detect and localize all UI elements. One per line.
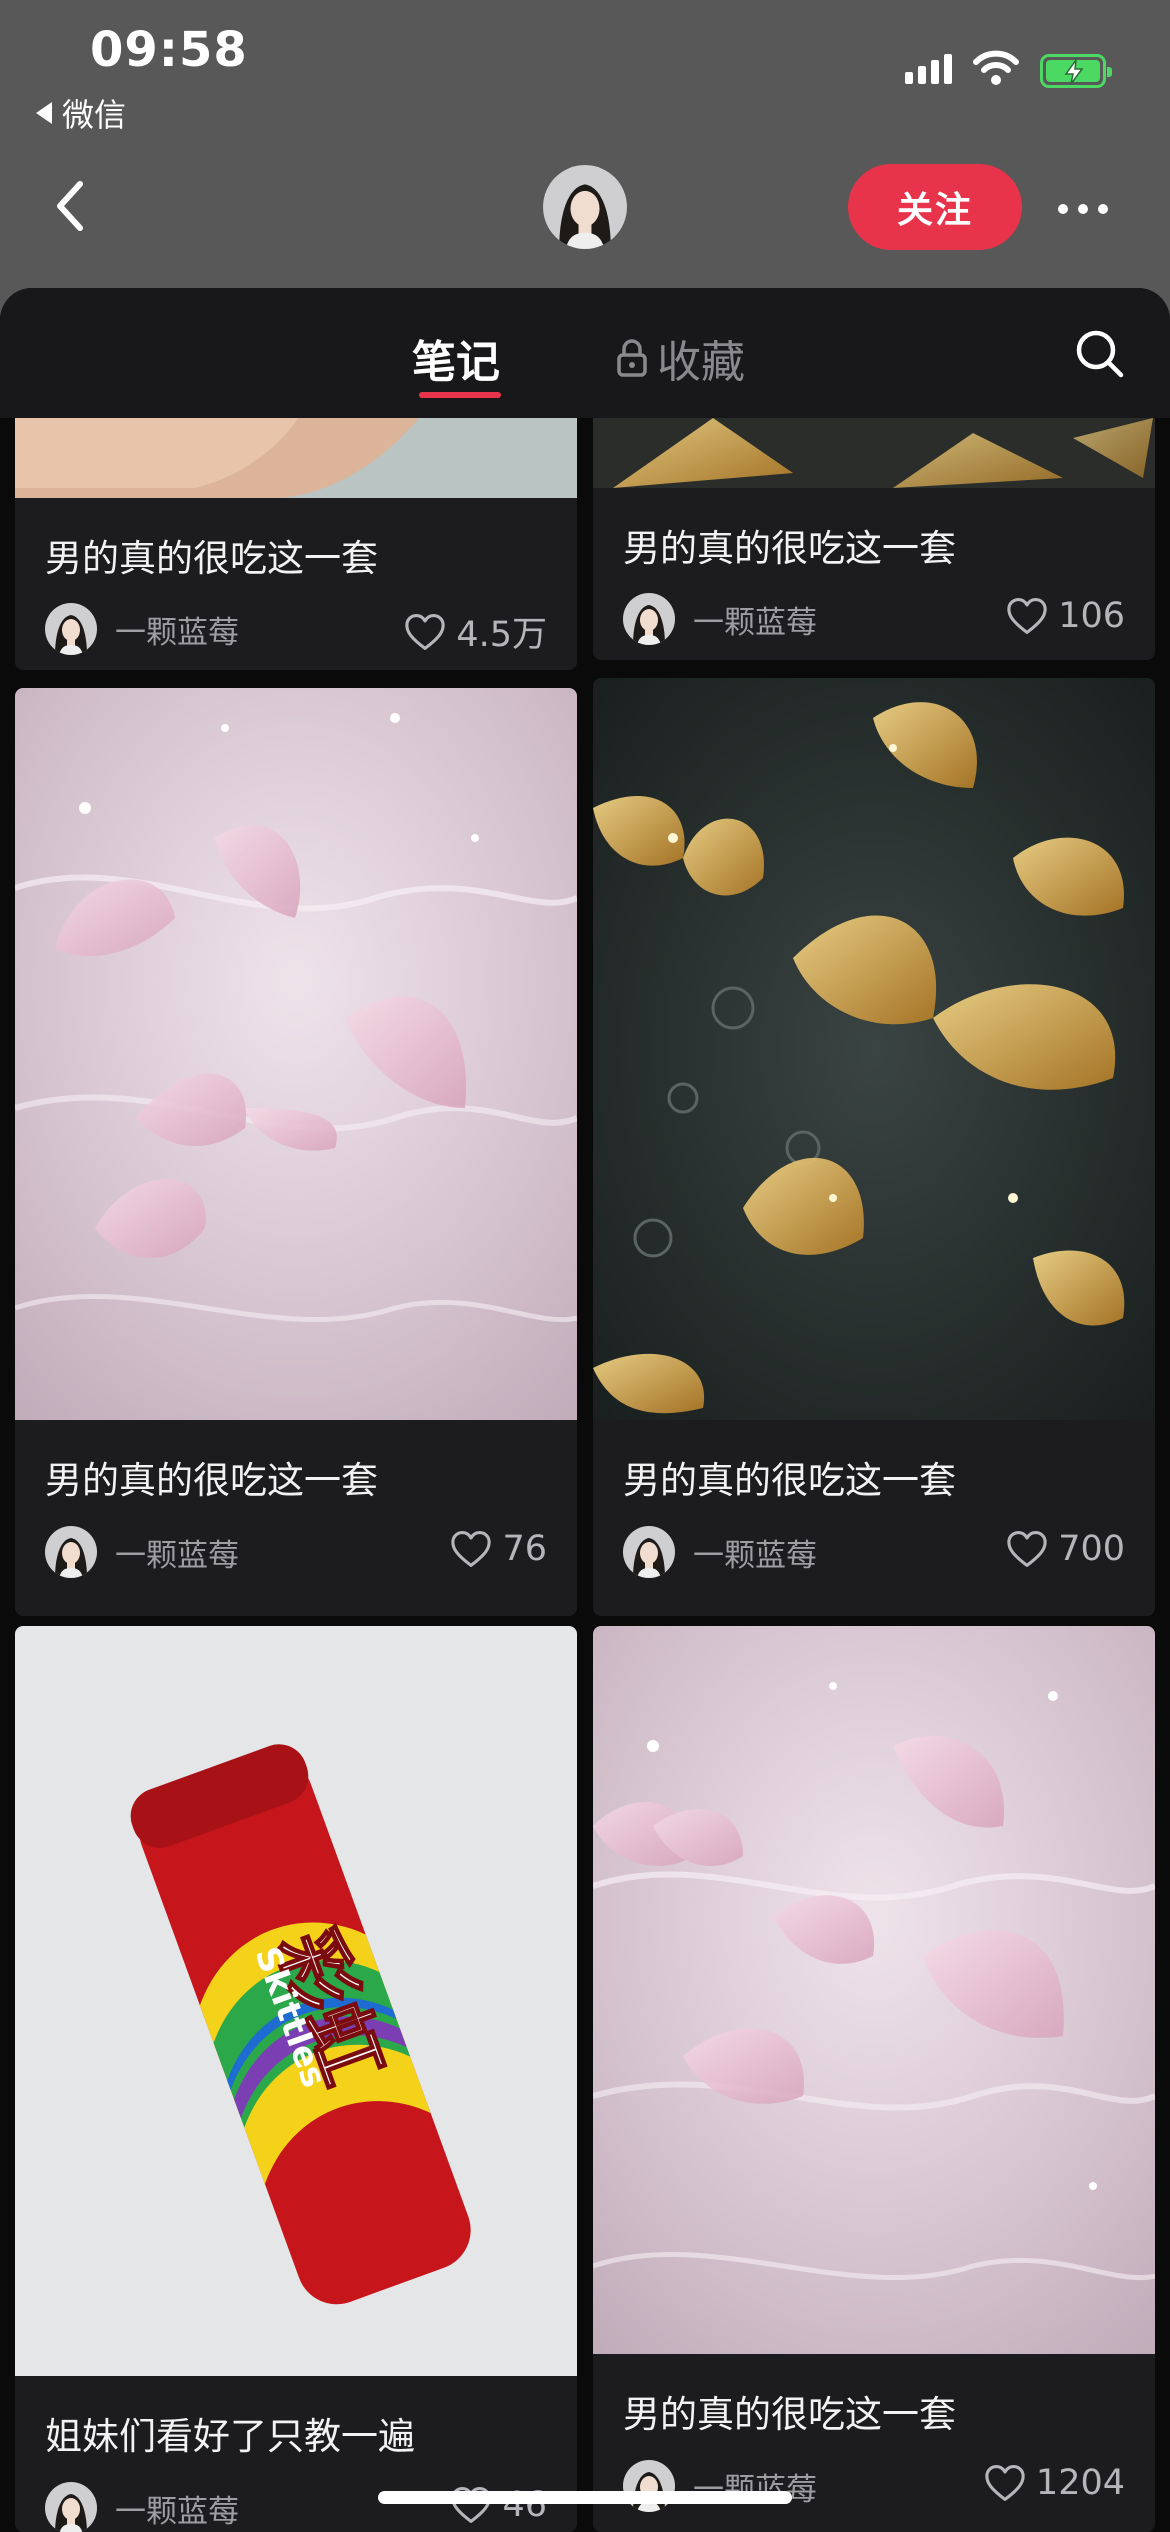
author-name: 一颗蓝莓: [693, 604, 817, 641]
active-tab-indicator: [419, 392, 501, 398]
note-author[interactable]: 一颗蓝莓: [623, 1526, 817, 1578]
like-button[interactable]: 76: [450, 1529, 547, 1569]
author-avatar: [623, 1526, 675, 1578]
content-sheet: 笔记 收藏 男的真的很吃这一套 一颗蓝莓 4.5万 男的真的很吃这一套 一颗蓝莓…: [0, 288, 1170, 2532]
heart-icon: [1006, 1530, 1048, 1568]
follow-button[interactable]: 关注: [848, 164, 1022, 250]
more-icon[interactable]: [1058, 204, 1108, 214]
note-title: 男的真的很吃这一套: [623, 1459, 956, 1502]
like-count: 106: [1058, 596, 1125, 636]
heart-icon: [450, 1530, 492, 1568]
profile-avatar[interactable]: [543, 165, 627, 249]
note-cover-image: [593, 678, 1155, 1420]
note-cover-image: [15, 688, 577, 1420]
like-button[interactable]: 106: [1006, 596, 1125, 636]
status-time: 09:58: [90, 22, 248, 78]
note-author[interactable]: 一颗蓝莓: [623, 593, 817, 645]
like-button[interactable]: 700: [1006, 1529, 1125, 1569]
search-icon[interactable]: [1074, 328, 1126, 380]
heart-icon: [1006, 597, 1048, 635]
back-to-app-link[interactable]: 微信: [36, 90, 126, 136]
note-card[interactable]: 彩虹 Skittles 姐妹们看好了只教一遍 一颗蓝莓 46: [15, 1626, 577, 2532]
note-cover-image: [15, 418, 577, 498]
note-card[interactable]: 男的真的很吃这一套 一颗蓝莓 700: [593, 678, 1155, 1616]
signal-icon: [905, 54, 952, 84]
note-title: 男的真的很吃这一套: [45, 537, 378, 580]
heart-icon: [984, 2464, 1026, 2502]
back-icon[interactable]: [50, 176, 90, 236]
note-author[interactable]: 一颗蓝莓: [623, 2460, 817, 2512]
like-count: 76: [502, 1529, 547, 1569]
home-indicator[interactable]: [378, 2491, 792, 2504]
tab-notes[interactable]: 笔记: [412, 326, 500, 390]
back-triangle-icon: [36, 102, 52, 124]
like-count: 4.5万: [456, 615, 547, 655]
note-cover-image: [593, 1626, 1155, 2354]
status-bar: 09:58 微信: [0, 0, 1170, 150]
author-avatar: [45, 603, 97, 655]
wifi-icon: [973, 50, 1019, 85]
profile-nav-bar: 关注: [0, 150, 1170, 280]
author-name: 一颗蓝莓: [115, 614, 239, 651]
like-count: 700: [1058, 1529, 1125, 1569]
author-avatar: [623, 593, 675, 645]
notes-grid: 男的真的很吃这一套 一颗蓝莓 4.5万 男的真的很吃这一套 一颗蓝莓 106 男…: [0, 418, 1170, 2532]
note-title: 姐妹们看好了只教一遍: [45, 2415, 415, 2458]
note-card[interactable]: 男的真的很吃这一套 一颗蓝莓 76: [15, 688, 577, 1616]
like-button[interactable]: 1204: [984, 2463, 1125, 2503]
note-author[interactable]: 一颗蓝莓: [45, 603, 239, 655]
lock-icon: [617, 339, 647, 377]
like-count: 1204: [1035, 2463, 1125, 2503]
like-button[interactable]: 4.5万: [404, 606, 547, 657]
author-name: 一颗蓝莓: [115, 1537, 239, 1574]
note-title: 男的真的很吃这一套: [45, 1459, 378, 1502]
note-author[interactable]: 一颗蓝莓: [45, 2482, 239, 2532]
note-title: 男的真的很吃这一套: [623, 2393, 956, 2436]
note-cover-image: [593, 418, 1155, 488]
tab-favorites-label: 收藏: [657, 337, 745, 388]
tab-bar: 笔记 收藏: [0, 288, 1170, 418]
note-cover-image: 彩虹 Skittles: [15, 1626, 577, 2376]
note-card[interactable]: 男的真的很吃这一套 一颗蓝莓 1204: [593, 1626, 1155, 2532]
back-app-label: 微信: [62, 96, 127, 134]
note-card[interactable]: 男的真的很吃这一套 一颗蓝莓 106: [593, 418, 1155, 660]
note-title: 男的真的很吃这一套: [623, 527, 956, 570]
note-card[interactable]: 男的真的很吃这一套 一颗蓝莓 4.5万: [15, 418, 577, 670]
tab-favorites[interactable]: 收藏: [615, 326, 745, 390]
heart-icon: [404, 613, 446, 651]
note-author[interactable]: 一颗蓝莓: [45, 1526, 239, 1578]
author-name: 一颗蓝莓: [115, 2493, 239, 2530]
author-avatar: [45, 2482, 97, 2532]
battery-icon: [1040, 54, 1112, 88]
author-avatar: [623, 2460, 675, 2512]
author-name: 一颗蓝莓: [693, 1537, 817, 1574]
author-avatar: [45, 1526, 97, 1578]
